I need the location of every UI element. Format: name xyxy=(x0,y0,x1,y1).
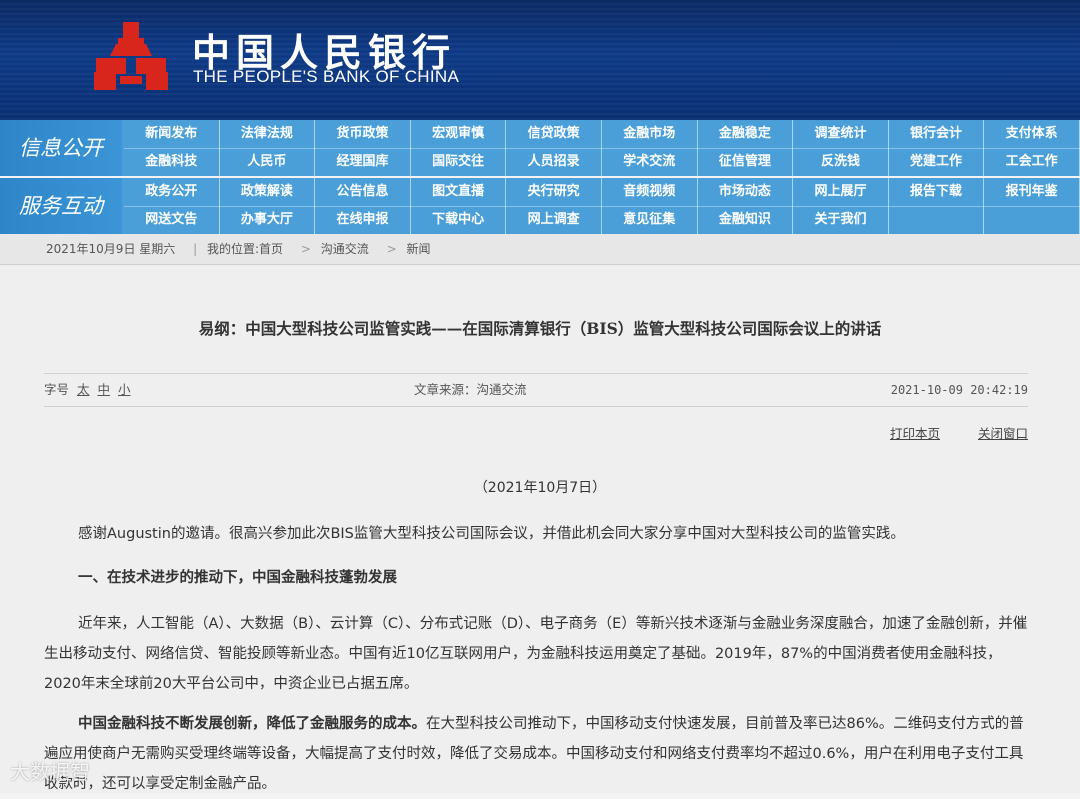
nav-item[interactable]: 在线申报 xyxy=(315,206,411,234)
nav-item[interactable]: 政策解读 xyxy=(220,178,316,206)
nav-service-interaction: 服务互动 政务公开 政策解读 公告信息 图文直播 央行研究 音频视频 市场动态 … xyxy=(0,178,1080,234)
nav-item[interactable]: 支付体系 xyxy=(984,120,1080,148)
section-heading: 一、在技术进步的推动下，中国金融科技蓬勃发展 xyxy=(78,570,397,586)
article-paragraph: 中国金融科技不断发展创新，降低了金融服务的成本。在大型科技公司推动下，中国移动支… xyxy=(44,709,1028,799)
nav-item[interactable]: 工会工作 xyxy=(984,148,1080,176)
nav-item[interactable]: 办事大厅 xyxy=(220,206,316,234)
print-page-link[interactable]: 打印本页 xyxy=(890,426,940,441)
site-title-en[interactable]: THE PEOPLE'S BANK OF CHINA xyxy=(193,67,459,87)
breadcrumb-communication[interactable]: 沟通交流 xyxy=(321,242,369,256)
nav-item[interactable]: 公告信息 xyxy=(315,178,411,206)
font-size-large-link[interactable]: 太 xyxy=(77,382,90,397)
nav-item[interactable]: 网上调查 xyxy=(506,206,602,234)
site-header: 中国人民银行 THE PEOPLE'S BANK OF CHINA xyxy=(0,0,1080,120)
article-meta: 字号 太 中 小 文章来源：沟通交流 2021-10-09 20:42:19 xyxy=(44,373,1028,407)
article-paragraph: 近年来，人工智能（A）、大数据（B）、云计算（C）、分布式记账（D）、电子商务（… xyxy=(44,616,1028,692)
article-paragraph: 感谢Augustin的邀请。很高兴参加此次BIS监管大型科技公司国际会议，并借此… xyxy=(78,526,905,542)
nav-item[interactable]: 学术交流 xyxy=(602,148,698,176)
nav-item-empty xyxy=(984,206,1080,234)
nav-section-label: 服务互动 xyxy=(0,178,122,234)
nav-item[interactable]: 宏观审慎 xyxy=(411,120,507,148)
nav-item[interactable]: 反洗钱 xyxy=(793,148,889,176)
nav-item[interactable]: 网上展厅 xyxy=(793,178,889,206)
nav-item[interactable]: 央行研究 xyxy=(506,178,602,206)
nav-item[interactable]: 货币政策 xyxy=(315,120,411,148)
nav-item[interactable]: 银行会计 xyxy=(889,120,985,148)
nav-item-empty xyxy=(889,206,985,234)
nav-item[interactable]: 下载中心 xyxy=(411,206,507,234)
nav-section-label: 信息公开 xyxy=(0,120,122,176)
article-actions: 打印本页 关闭窗口 xyxy=(856,423,1028,442)
breadcrumb-home[interactable]: 我的位置:首页 xyxy=(207,242,283,256)
nav-item[interactable]: 图文直播 xyxy=(411,178,507,206)
article-title: 易纲：中国大型科技公司监管实践——在国际清算银行（BIS）监管大型科技公司国际会… xyxy=(198,319,882,338)
nav-item[interactable]: 金融稳定 xyxy=(698,120,794,148)
nav-item[interactable]: 网送文告 xyxy=(124,206,220,234)
nav-item[interactable]: 金融科技 xyxy=(124,148,220,176)
article-timestamp: 2021-10-09 20:42:19 xyxy=(890,383,1028,397)
nav-item[interactable]: 国际交往 xyxy=(411,148,507,176)
article-source: 文章来源：沟通交流 xyxy=(414,382,527,397)
nav-item[interactable]: 新闻发布 xyxy=(124,120,220,148)
chevron-right-icon: > xyxy=(386,242,397,256)
current-date: 2021年10月9日 星期六 xyxy=(46,242,176,256)
speech-date: （2021年10月7日） xyxy=(473,480,607,496)
nav-item[interactable]: 报刊年鉴 xyxy=(984,178,1080,206)
paragraph-lead: 中国金融科技不断发展创新，降低了金融服务的成本。 xyxy=(78,716,426,732)
nav-info-disclosure: 信息公开 新闻发布 法律法规 货币政策 宏观审慎 信贷政策 金融市场 金融稳定 … xyxy=(0,120,1080,176)
breadcrumb-news[interactable]: 新闻 xyxy=(406,242,430,256)
breadcrumb: 2021年10月9日 星期六 | 我的位置:首页 > 沟通交流 > 新闻 xyxy=(0,234,1080,265)
nav-item[interactable]: 政务公开 xyxy=(124,178,220,206)
nav-item[interactable]: 意见征集 xyxy=(602,206,698,234)
watermark-logo: 大数据智 xyxy=(10,760,90,784)
font-size-small-link[interactable]: 小 xyxy=(118,382,131,397)
chevron-right-icon: > xyxy=(300,242,311,256)
nav-item[interactable]: 人民币 xyxy=(220,148,316,176)
nav-item[interactable]: 市场动态 xyxy=(698,178,794,206)
font-size-medium-link[interactable]: 中 xyxy=(98,382,111,397)
close-window-link[interactable]: 关闭窗口 xyxy=(978,426,1028,441)
nav-item[interactable]: 人员招录 xyxy=(506,148,602,176)
nav-item[interactable]: 经理国库 xyxy=(315,148,411,176)
nav-item[interactable]: 音频视频 xyxy=(602,178,698,206)
nav-item[interactable]: 调查统计 xyxy=(793,120,889,148)
pboc-emblem-icon xyxy=(94,22,168,90)
nav-item[interactable]: 金融知识 xyxy=(698,206,794,234)
nav-item[interactable]: 关于我们 xyxy=(793,206,889,234)
nav-item[interactable]: 信贷政策 xyxy=(506,120,602,148)
nav-item[interactable]: 法律法规 xyxy=(220,120,316,148)
nav-item[interactable]: 金融市场 xyxy=(602,120,698,148)
font-size-label: 字号 xyxy=(44,382,70,397)
breadcrumb-separator: | xyxy=(193,242,198,256)
article-container: 易纲：中国大型科技公司监管实践——在国际清算银行（BIS）监管大型科技公司国际会… xyxy=(0,265,1080,794)
nav-item[interactable]: 党建工作 xyxy=(889,148,985,176)
font-size-controls: 字号 太 中 小 xyxy=(44,374,131,406)
nav-item[interactable]: 征信管理 xyxy=(698,148,794,176)
nav-item[interactable]: 报告下载 xyxy=(889,178,985,206)
